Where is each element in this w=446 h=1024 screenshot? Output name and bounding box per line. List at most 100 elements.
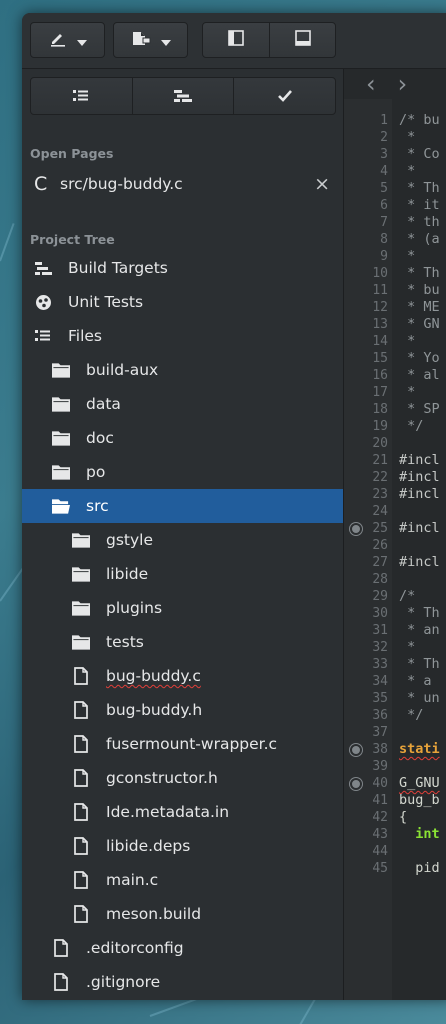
tree-row-doc[interactable]: doc xyxy=(22,421,343,455)
line-number: 5 xyxy=(380,181,388,196)
sidebar: Open Pages C src/bug-buddy.c × Project T… xyxy=(22,69,344,1000)
line-number: 35 xyxy=(372,691,388,706)
code-line: * Co xyxy=(399,146,440,162)
code-line: * Th xyxy=(399,605,440,621)
folder-icon xyxy=(72,565,90,583)
line-number: 24 xyxy=(372,504,388,519)
tree-row-libide-deps[interactable]: libide.deps xyxy=(22,829,343,863)
code-line: * xyxy=(399,248,416,264)
tree-row-gitignore[interactable]: .gitignore xyxy=(22,965,343,999)
tree-view-button[interactable] xyxy=(31,78,132,114)
close-icon[interactable]: × xyxy=(314,173,330,195)
code-line: #incl xyxy=(399,520,440,536)
editor-mode-menu-button[interactable] xyxy=(30,22,105,58)
line-number: 9 xyxy=(380,249,388,264)
code-line: #incl xyxy=(399,554,440,570)
tree-row-bug-buddy-h[interactable]: bug-buddy.h xyxy=(22,693,343,727)
line-number: 12 xyxy=(372,300,388,315)
code-line: #incl xyxy=(399,486,440,502)
tree-row-label: .gitignore xyxy=(86,973,161,991)
source-editor[interactable]: ‹ › 1 /* bu 2 * 3 * Co 4 * 5 * Th 6 * it 7 * th… xyxy=(344,69,446,1000)
header-bar xyxy=(22,13,446,69)
code-line: * GN xyxy=(399,316,440,332)
tree-row-label: src xyxy=(86,497,109,515)
code-line: * bu xyxy=(399,282,440,298)
tree-row-ide-metadata-in[interactable]: Ide.metadata.in xyxy=(22,795,343,829)
folder-icon xyxy=(52,463,70,481)
line-number: 21 xyxy=(372,453,388,468)
forward-arrow-icon[interactable]: › xyxy=(398,72,408,96)
build-targets-icon xyxy=(34,259,52,277)
back-arrow-icon[interactable]: ‹ xyxy=(366,72,376,96)
code-line: * xyxy=(399,639,416,655)
line-number: 41 xyxy=(372,793,388,808)
diagnostic-marker-icon[interactable] xyxy=(350,744,362,756)
tree-row-main-c[interactable]: main.c xyxy=(22,863,343,897)
line-number: 44 xyxy=(372,844,388,859)
tree-row-files[interactable]: Files xyxy=(22,319,343,353)
line-number: 14 xyxy=(372,334,388,349)
code-line: * Yo xyxy=(399,350,440,366)
code-line: * un xyxy=(399,690,440,706)
tree-row-editorconfig[interactable]: .editorconfig xyxy=(22,931,343,965)
code-line: /* bu xyxy=(399,112,440,128)
tree-row-plugins[interactable]: plugins xyxy=(22,591,343,625)
open-page-item[interactable]: C src/bug-buddy.c × xyxy=(22,167,343,201)
build-targets-view-button[interactable] xyxy=(131,78,234,114)
tree-row-fusermount-wrapper-c[interactable]: fusermount-wrapper.c xyxy=(22,727,343,761)
code-line: * a xyxy=(399,673,432,689)
document-menu-button[interactable] xyxy=(113,22,188,58)
diagnostic-marker-icon[interactable] xyxy=(350,778,362,790)
line-number: 45 xyxy=(372,861,388,876)
diagnostic-marker-icon[interactable] xyxy=(350,523,362,535)
tree-row-gconstructor-h[interactable]: gconstructor.h xyxy=(22,761,343,795)
editor-nav-bar: ‹ › xyxy=(344,69,446,99)
code-line: /* xyxy=(399,588,416,604)
tree-row-meson-build[interactable]: meson.build xyxy=(22,897,343,931)
line-number: 28 xyxy=(372,572,388,587)
tree-row-gstyle[interactable]: gstyle xyxy=(22,523,343,557)
tree-row-bug-buddy-c[interactable]: bug-buddy.c xyxy=(22,659,343,693)
tree-row-tests[interactable]: tests xyxy=(22,625,343,659)
file-icon xyxy=(72,735,90,753)
line-number: 22 xyxy=(372,470,388,485)
tree-row-label: Unit Tests xyxy=(68,293,144,311)
panel-toggle-group xyxy=(202,22,336,58)
tree-row-label: data xyxy=(86,395,121,413)
line-number: 19 xyxy=(372,419,388,434)
toggle-bottom-panel-button[interactable] xyxy=(269,23,335,57)
line-number: 2 xyxy=(380,130,388,145)
code-line: * (a xyxy=(399,231,440,247)
line-number: 23 xyxy=(372,487,388,502)
tree-row-build-targets[interactable]: Build Targets xyxy=(22,251,343,285)
clipboard-icon xyxy=(131,29,151,51)
file-icon xyxy=(72,871,90,889)
app-window: Open Pages C src/bug-buddy.c × Project T… xyxy=(22,13,446,1000)
todo-view-button[interactable] xyxy=(233,78,335,114)
line-number: 29 xyxy=(372,589,388,604)
tree-row-label: fusermount-wrapper.c xyxy=(106,735,278,753)
tree-row-src[interactable]: src xyxy=(22,489,343,523)
tree-row-label: bug-buddy.c xyxy=(106,667,201,685)
folder-icon xyxy=(72,531,90,549)
tree-row-po[interactable]: po xyxy=(22,455,343,489)
tree-row-data[interactable]: data xyxy=(22,387,343,421)
code-line: * ME xyxy=(399,299,440,315)
toggle-sidebar-button[interactable] xyxy=(203,23,269,57)
tree-row-unit-tests[interactable]: Unit Tests xyxy=(22,285,343,319)
chevron-down-icon xyxy=(76,31,87,50)
file-icon xyxy=(72,769,90,787)
line-number: 15 xyxy=(372,351,388,366)
line-number: 33 xyxy=(372,657,388,672)
sidebar-panel-icon xyxy=(228,30,244,50)
code-line: * xyxy=(399,163,416,179)
code-line: #incl xyxy=(399,469,440,485)
tree-row-build-aux[interactable]: build-aux xyxy=(22,353,343,387)
tree-row-libide[interactable]: libide xyxy=(22,557,343,591)
code-line: stati xyxy=(399,741,440,757)
pencil-icon xyxy=(49,29,67,51)
checkmark-icon xyxy=(277,87,292,106)
tree-row-label: libide.deps xyxy=(106,837,191,855)
code-line: * th xyxy=(399,214,440,230)
code-line: * al xyxy=(399,367,440,383)
